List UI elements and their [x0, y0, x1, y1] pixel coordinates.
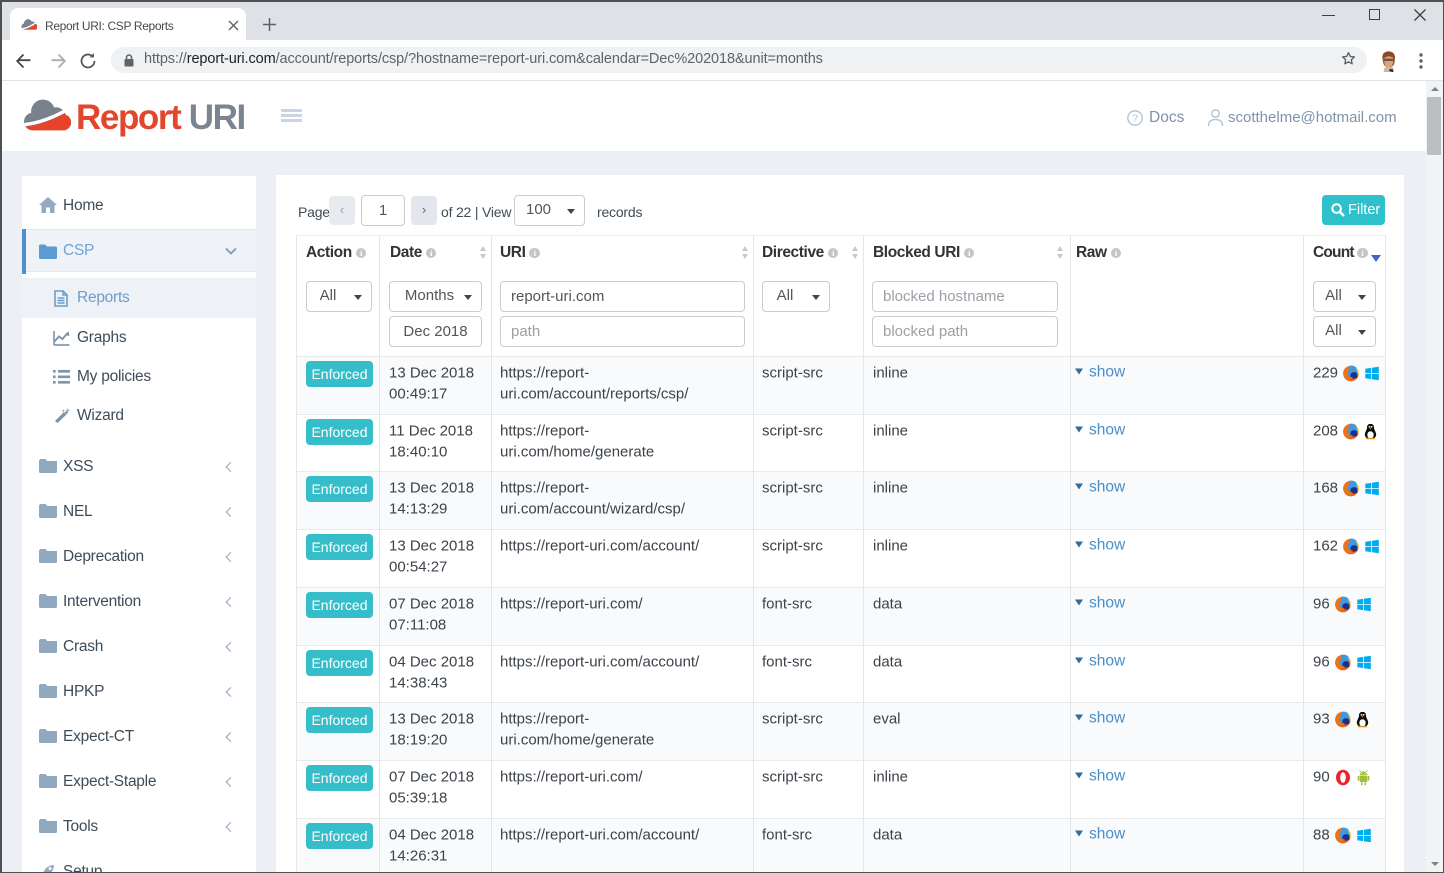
svg-text:?: ?: [1132, 113, 1138, 125]
